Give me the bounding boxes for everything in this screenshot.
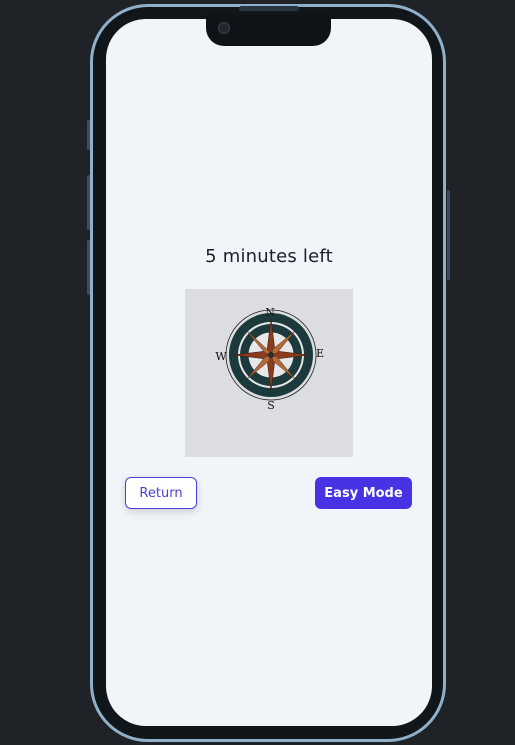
compass-north-label: N	[265, 306, 275, 319]
phone-side-button	[87, 120, 90, 150]
phone-side-button	[87, 175, 90, 230]
return-button[interactable]: Return	[125, 477, 197, 509]
phone-power-button	[447, 190, 450, 280]
easy-mode-button[interactable]: Easy Mode	[315, 477, 412, 509]
speaker-grille	[239, 6, 299, 11]
compass-south-label: S	[267, 399, 275, 412]
compass-east-label: E	[316, 347, 324, 360]
compass-image: N S E W	[185, 289, 353, 457]
front-camera-icon	[218, 22, 230, 34]
timer-text: 5 minutes left	[205, 246, 333, 267]
compass-west-label: W	[215, 350, 227, 363]
compass-rose-icon: N S E W	[215, 306, 324, 412]
phone-side-button	[87, 240, 90, 295]
